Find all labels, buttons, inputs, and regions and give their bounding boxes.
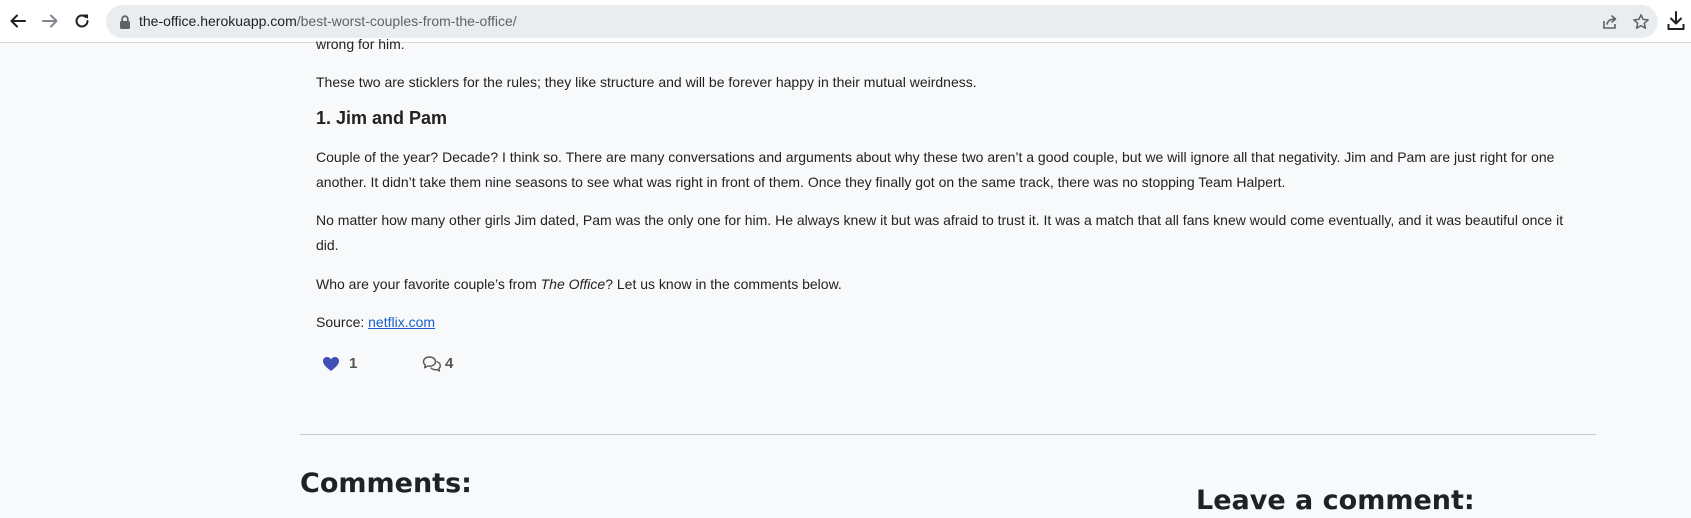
article-paragraph: No matter how many other girls Jim dated…	[316, 212, 1564, 253]
comments-icon	[422, 356, 441, 372]
like-button[interactable]	[322, 356, 340, 372]
question-suffix: ? Let us know in the comments below.	[605, 276, 842, 292]
reload-button[interactable]	[70, 9, 94, 33]
engagement-bar: 1 4	[316, 353, 716, 375]
bookmark-button[interactable]	[1631, 12, 1651, 32]
share-button[interactable]	[1600, 12, 1620, 32]
article-paragraph-question: Who are your favorite couple’s from The …	[316, 272, 1566, 297]
comments-heading: Comments:	[300, 468, 472, 499]
article-paragraph: These two are sticklers for the rules; t…	[316, 74, 977, 90]
arrow-right-icon	[42, 14, 58, 28]
url-host: the-office.herokuapp.com	[139, 13, 297, 29]
article-cut-text: wrong for him.	[316, 36, 405, 52]
url-path: /best-worst-couples-from-the-office/	[296, 13, 517, 29]
url-text[interactable]: the-office.herokuapp.com/best-worst-coup…	[139, 13, 517, 30]
source-label: Source:	[316, 314, 369, 330]
source-line: Source: netflix.com	[316, 310, 1566, 335]
reload-icon	[75, 14, 89, 28]
lock-icon[interactable]	[118, 14, 132, 30]
source-link[interactable]: netflix.com	[368, 314, 435, 330]
leave-comment-heading: Leave a comment:	[1196, 485, 1475, 516]
back-button[interactable]	[6, 9, 30, 33]
comment-count: 4	[445, 355, 454, 372]
article-paragraph: Couple of the year? Decade? I think so. …	[316, 149, 1555, 190]
download-button[interactable]	[1666, 10, 1686, 32]
arrow-left-icon	[10, 14, 26, 28]
star-icon	[1633, 14, 1649, 29]
section-heading: 1. Jim and Pam	[316, 108, 448, 128]
like-count: 1	[349, 355, 358, 372]
download-icon	[1667, 11, 1685, 30]
share-icon	[1603, 15, 1617, 29]
forward-button[interactable]	[38, 9, 62, 33]
browser-toolbar: the-office.herokuapp.com/best-worst-coup…	[0, 0, 1691, 43]
show-title: The Office	[540, 276, 606, 292]
heart-icon	[323, 357, 339, 371]
question-prefix: Who are your favorite couple’s from	[316, 276, 541, 292]
comments-button[interactable]	[422, 355, 442, 373]
section-divider	[300, 434, 1596, 435]
